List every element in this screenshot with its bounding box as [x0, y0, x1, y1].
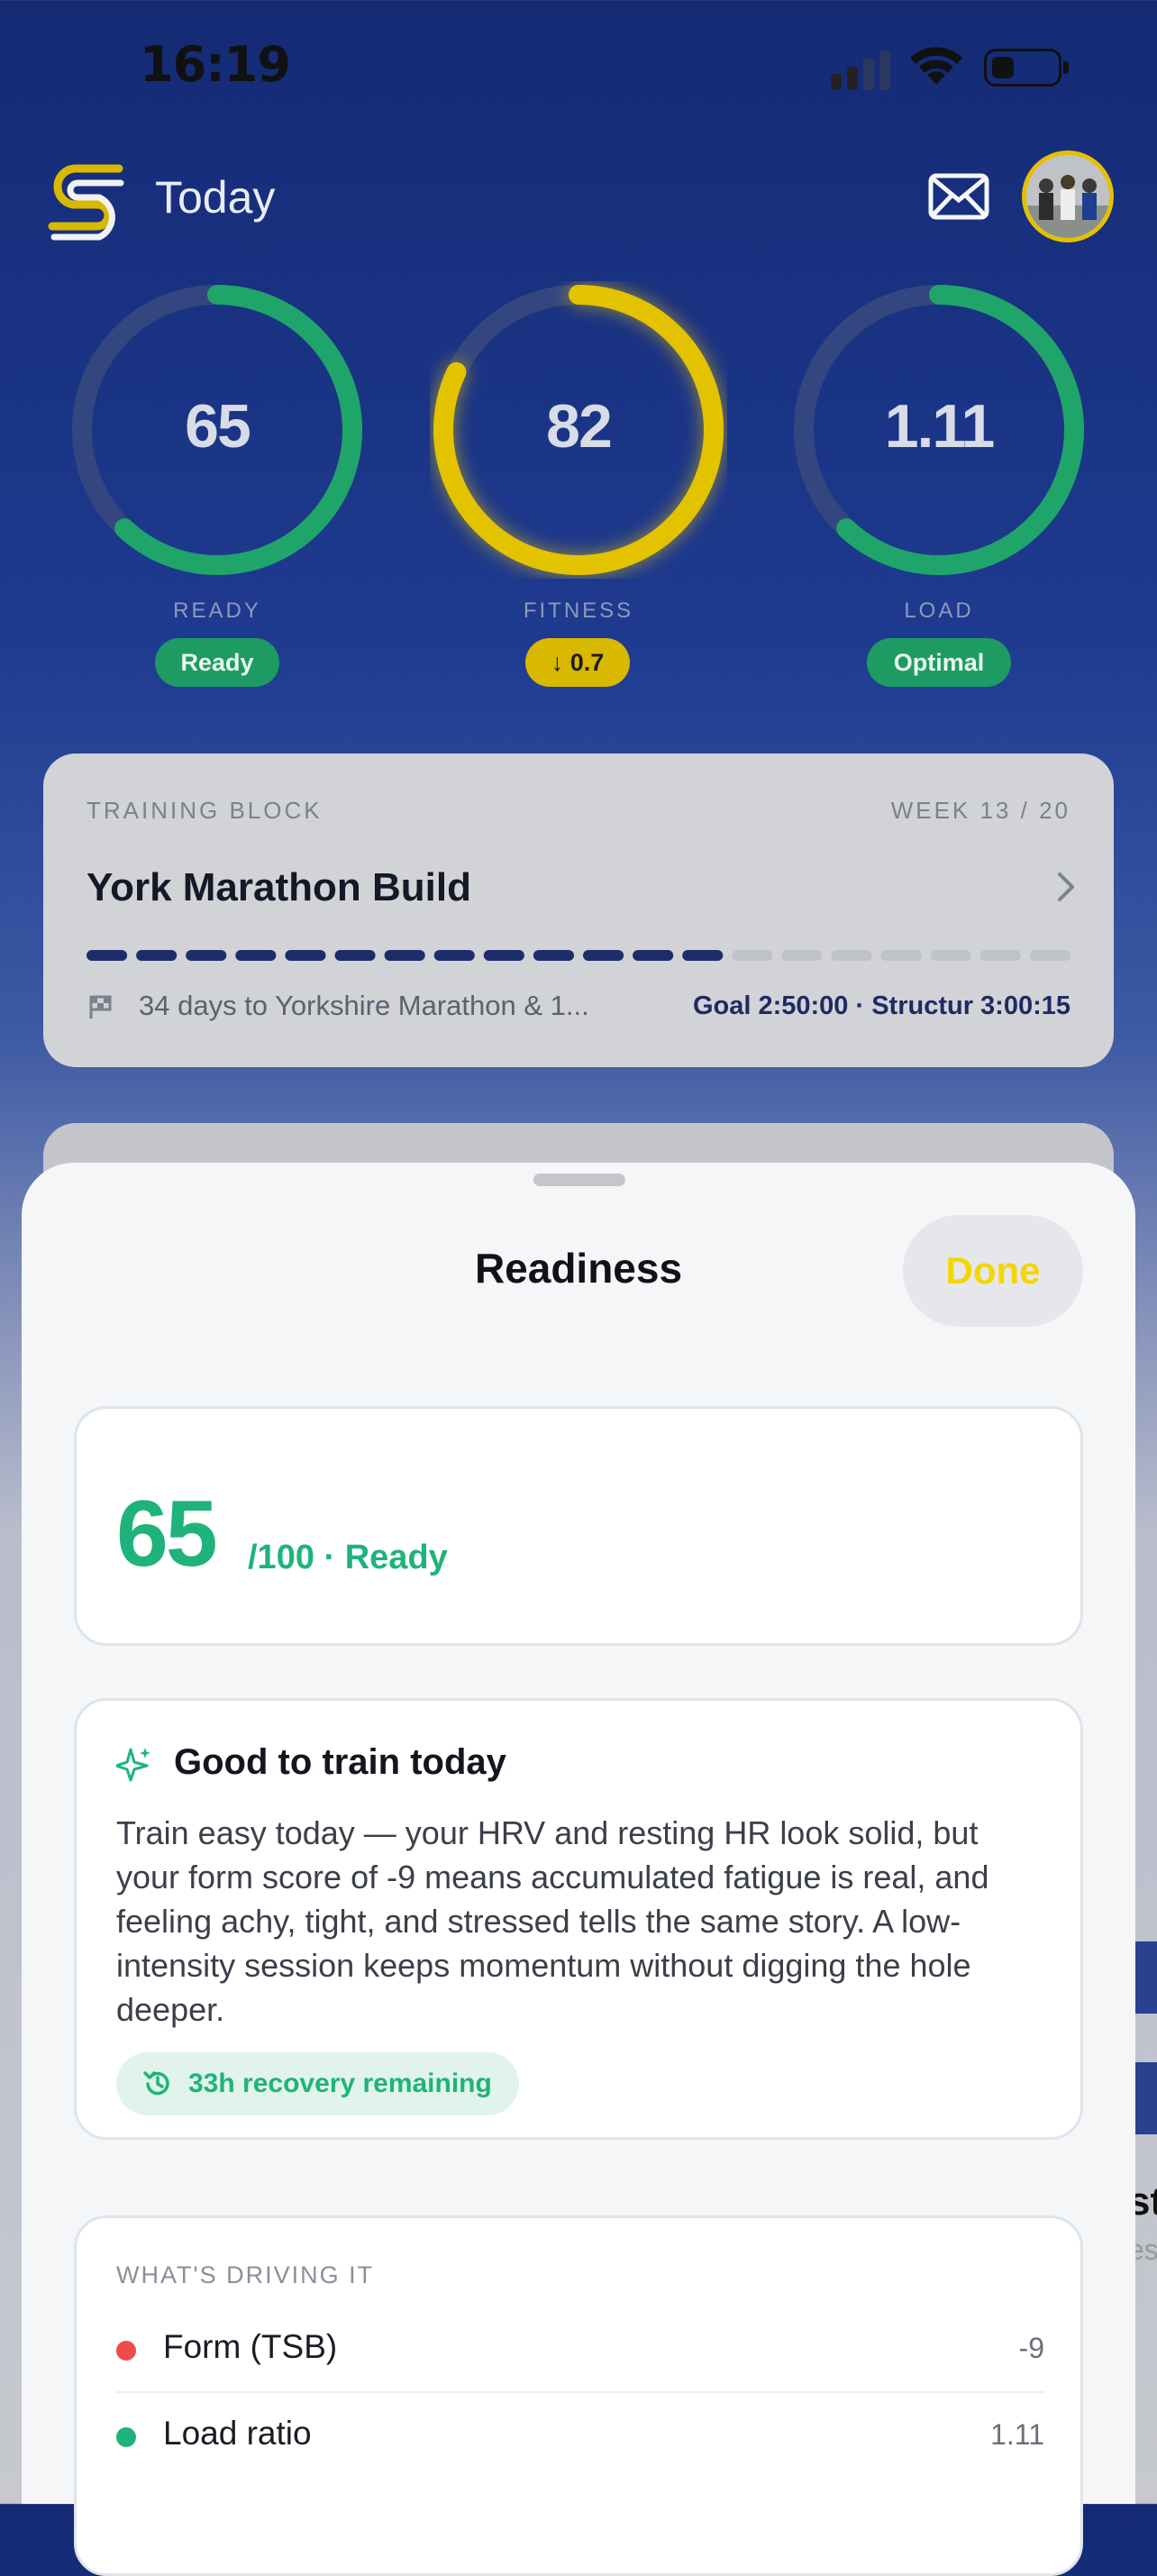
progress-segment-remaining [979, 950, 1021, 961]
race-countdown: 34 days to Yorkshire Marathon & 1... [139, 990, 589, 1021]
ready-label: READY [173, 598, 261, 623]
ready-badge: Ready [155, 638, 279, 687]
sparkle-icon [116, 1748, 150, 1782]
readiness-score-card: 65 /100 · Ready [74, 1406, 1083, 1646]
flag-icon [89, 995, 112, 1019]
ready-value: 65 [185, 392, 251, 461]
app-logo [48, 164, 124, 241]
drivers-caption: WHAT'S DRIVING IT [116, 2261, 375, 2288]
battery-icon [984, 49, 1069, 87]
training-block-progress [87, 950, 1070, 961]
load-value: 1.11 [884, 392, 996, 461]
history-icon [143, 2071, 169, 2096]
recommendation-card: Good to train today Train easy today — y… [74, 1698, 1083, 2140]
driver-value: 1.11 [990, 2418, 1044, 2451]
recommendation-body: Train easy today — your HRV and resting … [116, 1814, 989, 2028]
progress-segment-done [186, 950, 227, 961]
driver-row[interactable]: Load ratio 1.11 [116, 2391, 1044, 2478]
progress-segment-done [633, 950, 674, 961]
recommendation-heading: Good to train today [174, 1742, 506, 1782]
driver-label: Form (TSB) [163, 2328, 338, 2365]
load-ring[interactable]: 1.11 [790, 281, 1088, 579]
progress-segment-remaining [732, 950, 773, 961]
progress-segment-done [483, 950, 524, 961]
side-peek-block [1134, 2062, 1157, 2134]
progress-segment-done [533, 950, 574, 961]
status-bar: 16:19 [0, 0, 1157, 135]
progress-segment-done [682, 950, 724, 961]
driver-status-dot [116, 2341, 136, 2361]
fitness-ring[interactable]: 82 [430, 281, 727, 579]
ready-ring[interactable]: 65 [68, 281, 366, 579]
training-block-name: York Marathon Build [87, 865, 471, 909]
progress-segment-done [384, 950, 425, 961]
goal-times: Goal 2:50:00 · Structur 3:00:15 [692, 991, 1070, 1020]
training-block-caption: TRAINING BLOCK [87, 797, 323, 824]
progress-segment-done [285, 950, 326, 961]
cellular-signal-icon [831, 50, 890, 90]
driver-value: -9 [1018, 2332, 1044, 2364]
done-button[interactable]: Done [903, 1215, 1083, 1327]
load-label: LOAD [904, 598, 974, 623]
status-time: 16:19 [140, 36, 291, 93]
progress-segment-done [334, 950, 376, 961]
driver-row[interactable]: Form (TSB) -9 [116, 2305, 1044, 2393]
mail-icon[interactable] [928, 173, 989, 220]
side-peek-block [1134, 1941, 1157, 2014]
chevron-right-icon [1058, 872, 1074, 901]
progress-segment-remaining [880, 950, 922, 961]
readiness-score-suffix: /100 · Ready [248, 1539, 448, 1576]
fitness-value: 82 [546, 392, 613, 461]
drivers-card: WHAT'S DRIVING IT Form (TSB) -9 Load rat… [74, 2215, 1083, 2576]
progress-segment-done [235, 950, 277, 961]
page-title: Today [155, 172, 276, 223]
wifi-icon [910, 47, 962, 85]
training-block-week: WEEK 13 / 20 [890, 797, 1070, 824]
progress-segment-done [583, 950, 624, 961]
progress-segment-remaining [781, 950, 823, 961]
readiness-sheet: Readiness Done 65 /100 · Ready Good to t… [22, 1163, 1135, 2576]
progress-segment-done [136, 950, 178, 961]
progress-segment-remaining [930, 950, 971, 961]
progress-segment-done [87, 950, 128, 961]
avatar[interactable] [1022, 151, 1114, 242]
recovery-badge: 33h recovery remaining [116, 2052, 519, 2115]
fitness-trend-badge: ↓ 0.7 [525, 638, 630, 687]
progress-segment-done [433, 950, 475, 961]
fitness-label: FITNESS [523, 598, 634, 623]
readiness-score: 65 [116, 1482, 218, 1586]
driver-status-dot [116, 2427, 136, 2447]
progress-segment-remaining [831, 950, 872, 961]
load-badge: Optimal [867, 638, 1011, 687]
progress-segment-remaining [1029, 950, 1070, 961]
training-block-card[interactable]: TRAINING BLOCK WEEK 13 / 20 York Maratho… [43, 754, 1114, 1067]
sheet-grabber[interactable] [533, 1174, 625, 1186]
driver-label: Load ratio [163, 2415, 312, 2452]
recovery-text: 33h recovery remaining [188, 2069, 492, 2098]
